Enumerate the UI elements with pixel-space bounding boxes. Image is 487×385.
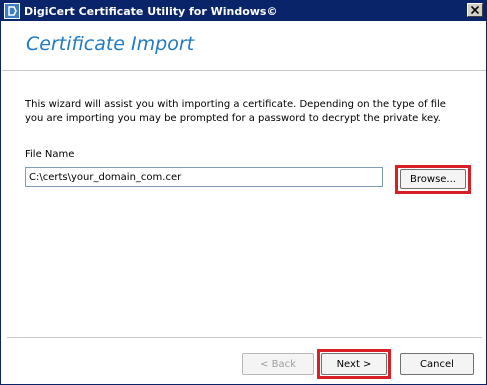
file-name-label: File Name: [25, 149, 75, 160]
wizard-description: This wizard will assist you with importi…: [25, 99, 446, 124]
page-title: Certificate Import: [26, 33, 195, 55]
close-button[interactable]: [467, 3, 483, 17]
browse-button[interactable]: Browse...: [400, 169, 466, 189]
back-button[interactable]: < Back: [242, 353, 314, 375]
digicert-app-icon: [4, 3, 20, 19]
footer-separator: [7, 337, 482, 338]
cancel-button[interactable]: Cancel: [400, 353, 474, 375]
next-button[interactable]: Next >: [321, 353, 387, 375]
file-name-input[interactable]: [25, 167, 383, 187]
window-title: DigiCert Certificate Utility for Windows…: [24, 4, 278, 18]
close-icon: [471, 6, 479, 14]
wizard-window: DigiCert Certificate Utility for Windows…: [0, 0, 487, 385]
wizard-header: Certificate Import: [2, 21, 486, 71]
title-bar: DigiCert Certificate Utility for Windows…: [1, 1, 486, 21]
